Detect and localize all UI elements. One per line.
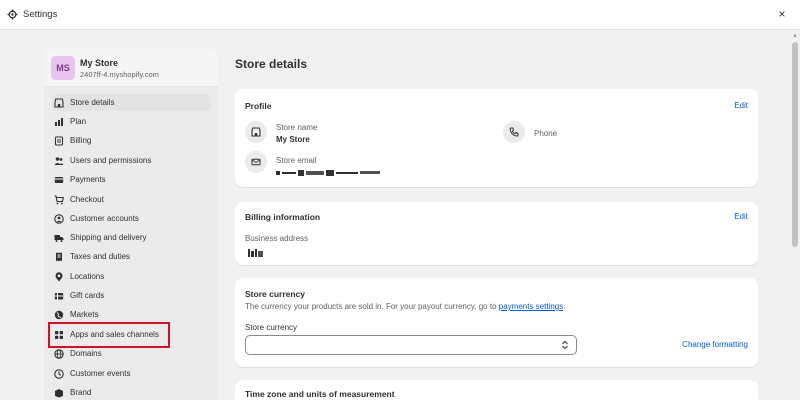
sidebar-item-label: Checkout [70,195,104,204]
store-email-label: Store email [276,156,317,165]
scroll-up-icon[interactable]: ▲ [792,33,798,39]
redacted-email [276,170,380,176]
sidebar-item-plan[interactable]: Plan [52,113,211,130]
sidebar-item-markets[interactable]: Markets [52,306,211,323]
mail-icon [251,158,261,166]
globe-icon [54,310,64,319]
gear-icon [7,9,18,20]
gift-card-icon [54,292,64,299]
sidebar-item-gift-cards[interactable]: Gift cards [52,287,211,304]
sidebar-item-label: Locations [70,272,105,281]
sidebar-item-label: Taxes and duties [70,252,131,261]
phone-icon-badge [503,121,525,143]
store-domain: 2407ff-4.myshopify.com [80,70,159,79]
sidebar-item-domains[interactable]: Domains [52,345,211,362]
sidebar-item-label: Customer events [70,369,131,378]
sidebar-item-store-details[interactable]: Store details [52,94,211,111]
redacted-address [248,249,263,257]
change-formatting-link[interactable]: Change formatting [682,340,748,349]
events-icon [54,368,64,379]
currency-description: The currency your products are sold in. … [245,302,566,311]
store-currency-card: Store currency The currency your product… [235,278,758,367]
billing-edit-link[interactable]: Edit [734,212,748,221]
location-icon [55,271,63,281]
page-scrollbar[interactable]: ▲ [790,30,800,400]
cart-icon [54,194,64,204]
store-switcher[interactable]: MS My Store 2407ff-4.myshopify.com [44,49,218,87]
close-icon[interactable]: × [776,8,788,20]
avatar: MS [51,56,75,80]
store-icon-badge [245,121,267,143]
card-title: Time zone and units of measurement [245,389,395,399]
sidebar-item-brand[interactable]: Brand [52,384,211,400]
sidebar-item-taxes[interactable]: Taxes and duties [52,248,211,265]
card-title: Billing information [245,212,321,222]
card-title: Profile [245,101,272,111]
sidebar-item-apps-and-sales-channels[interactable]: Apps and sales channels [52,326,211,343]
sidebar-item-label: Apps and sales channels [70,330,159,339]
users-icon [54,156,64,165]
store-icon [251,127,261,137]
store-currency-field-label: Store currency [245,323,298,332]
sidebar-item-label: Customer accounts [70,214,139,223]
sidebar-item-label: Plan [70,117,87,126]
phone-label: Phone [534,129,558,138]
chevron-up-down-icon [562,340,568,350]
window-title: Settings [23,9,58,20]
sidebar-item-customer-events[interactable]: Customer events [52,365,211,382]
scrollbar-thumb[interactable] [792,42,798,247]
sidebar-item-label: Payments [70,175,106,184]
window-titlebar: Settings × [0,0,800,30]
brand-icon [55,388,63,397]
sidebar-item-users[interactable]: Users and permissions [52,152,211,169]
payments-settings-link[interactable]: payments settings [499,302,563,311]
profile-card: Profile Edit Store name My Store Phone S… [235,89,758,187]
payments-icon [54,176,64,183]
page-title: Store details [235,57,308,71]
sidebar-item-locations[interactable]: Locations [52,268,211,285]
truck-icon [54,234,64,242]
timezone-card: Time zone and units of measurement [235,380,758,400]
billing-info-card: Billing information Edit Business addres… [235,202,758,265]
email-icon-badge [245,151,267,173]
phone-icon [509,127,519,137]
sidebar-item-label: Brand [70,388,92,397]
store-name-value: My Store [276,135,310,144]
sidebar-item-payments[interactable]: Payments [52,171,211,188]
billing-icon [54,135,64,146]
store-currency-select[interactable] [245,335,577,355]
globe-icon [54,348,64,359]
store-icon [54,97,64,108]
sidebar-item-label: Gift cards [70,291,105,300]
receipt-icon [56,252,62,261]
apps-icon [55,330,63,339]
sidebar-item-checkout[interactable]: Checkout [52,191,211,208]
store-name-label: Store name [276,123,318,132]
customer-icon [54,213,64,224]
profile-edit-link[interactable]: Edit [734,101,748,110]
sidebar-item-label: Users and permissions [70,156,152,165]
plan-icon [55,117,63,126]
sidebar-item-label: Shipping and delivery [70,233,147,242]
sidebar-item-billing[interactable]: Billing [52,132,211,149]
sidebar-item-customer-accounts[interactable]: Customer accounts [52,210,211,227]
sidebar-item-shipping[interactable]: Shipping and delivery [52,229,211,246]
business-address-label: Business address [245,234,309,243]
store-name: My Store [80,58,119,68]
sidebar-item-label: Markets [70,310,99,319]
sidebar-item-label: Domains [70,349,102,358]
card-title: Store currency [245,289,305,299]
sidebar-item-label: Store details [70,98,115,107]
sidebar-item-label: Billing [70,136,92,145]
